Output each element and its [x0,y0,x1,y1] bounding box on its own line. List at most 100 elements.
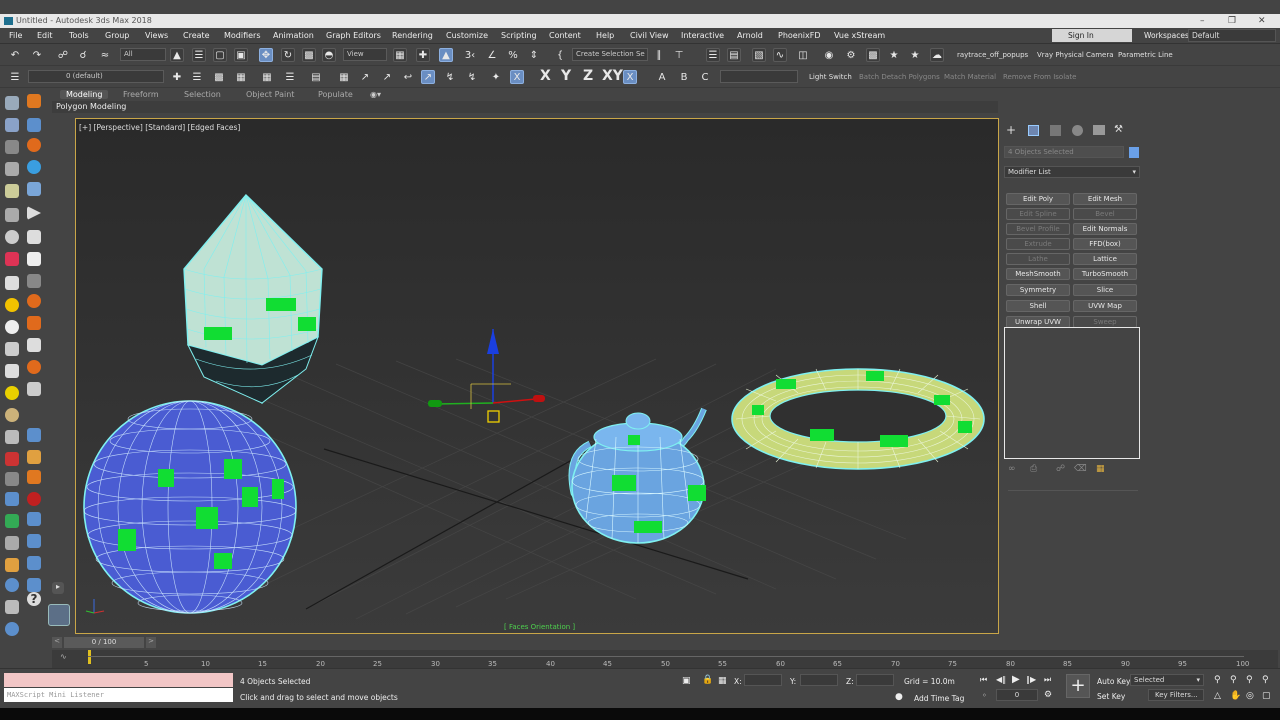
skull-icon[interactable] [27,382,41,396]
menu-scripting[interactable]: Scripting [501,31,537,40]
dope-icon[interactable] [5,140,19,154]
select-in-layer-icon[interactable]: ▩ [212,70,226,84]
menu-file[interactable]: File [9,31,22,40]
menu-views[interactable]: Views [145,31,168,40]
menu-rendering[interactable]: Rendering [392,31,433,40]
minimize-icon[interactable]: – [1200,14,1205,28]
tab-modeling[interactable]: Modeling [60,90,109,99]
stop-icon[interactable] [27,252,41,266]
tab-freeform[interactable]: Freeform [123,90,159,99]
fluid-icon[interactable] [5,492,19,506]
prev-frame-icon[interactable]: ◀‖ [996,675,1006,684]
constraint-icon[interactable]: ↗ [421,70,435,84]
globe-icon[interactable] [5,622,19,636]
play-icon[interactable] [27,206,41,220]
next-frame-icon[interactable]: ‖▶ [1026,675,1036,684]
pause-icon[interactable] [27,230,41,244]
hierarchy-tab-icon[interactable] [1050,125,1061,136]
sun-icon[interactable] [5,386,19,400]
set-key-button[interactable]: Set Key [1097,692,1125,701]
particle-icon[interactable] [27,316,41,330]
auto-key-button[interactable]: Auto Key [1097,677,1130,686]
absolute-mode-icon[interactable]: ▦ [718,676,727,686]
raytrace-popups-button[interactable]: raytrace_off_popups [957,51,1028,59]
axis-xy-plane-icon[interactable]: X [623,70,637,84]
z-coordinate-field[interactable] [856,674,894,686]
tool-icon[interactable] [5,472,19,486]
red-ball-icon[interactable] [27,492,41,506]
menu-phoenixfd[interactable]: PhoenixFD [778,31,821,40]
isolate-selection-icon[interactable]: ▣ [682,676,691,686]
modifier-button-uvw-map[interactable]: UVW Map [1073,300,1137,312]
show-end-result-icon[interactable]: ⎙ [1030,464,1037,474]
menu-tools[interactable]: Tools [69,31,89,40]
time-slider[interactable]: < 0 / 100 > [52,636,1278,650]
scene-icon[interactable] [27,118,41,132]
axis-xy-button[interactable]: XY [602,68,623,84]
align-icon[interactable]: ⊤ [672,48,686,62]
tab-selection[interactable]: Selection [184,90,221,99]
droplet-icon[interactable] [27,578,41,592]
undo-icon[interactable]: ↶ [8,48,22,62]
select-manipulate-icon[interactable]: ✚ [416,48,430,62]
smoke-icon[interactable] [27,360,41,374]
make-unique-icon[interactable]: ☍ [1056,464,1065,474]
axis-constraint-icon[interactable]: X [510,70,524,84]
modifier-button-shell[interactable]: Shell [1006,300,1070,312]
menu-content[interactable]: Content [549,31,581,40]
bucket-icon[interactable] [27,470,41,484]
menu-help[interactable]: Help [596,31,614,40]
layer-dropdown[interactable]: 0 (default) [28,70,164,83]
rendered-frame-window-icon[interactable]: ▩ [866,48,880,62]
modifier-button-edit-mesh[interactable]: Edit Mesh [1073,193,1137,205]
key-mode-dropdown[interactable]: Selected ▾ [1130,674,1204,686]
axis-z-button[interactable]: Z [583,68,593,84]
pivot-icon[interactable]: ↗ [380,70,394,84]
pen-icon[interactable]: ↗ [358,70,372,84]
spinner-snap-icon[interactable]: ⇕ [527,48,541,62]
ribbon-options-icon[interactable]: ◉▾ [370,90,381,99]
rotate-icon[interactable] [5,230,19,244]
viewport-layout-icon[interactable] [48,604,70,626]
bind-spacewarp-icon[interactable]: ≈ [98,48,112,62]
named-selection-dropdown[interactable]: Create Selection Se [572,48,648,61]
record-icon[interactable] [5,252,19,266]
parametric-line-button[interactable]: Parametric Line [1118,51,1173,59]
grid-tool-icon[interactable] [5,430,19,444]
material-ball-icon[interactable] [5,408,19,422]
sphere-object[interactable] [83,400,297,614]
modifier-button-edit-spline[interactable]: Edit Spline [1006,208,1070,220]
schematic-view-icon[interactable]: ◫ [796,48,810,62]
fire-icon[interactable] [27,138,41,152]
remove-modifier-icon[interactable]: ⌫ [1074,464,1087,474]
select-by-name-icon[interactable]: ☰ [192,48,206,62]
light-switch-button[interactable]: Light Switch [809,73,852,81]
key-filters-button[interactable]: Key Filters... [1148,689,1204,701]
curve-editor-icon[interactable]: ∿ [773,48,787,62]
modifier-button-bevel[interactable]: Bevel [1073,208,1137,220]
object-name-field[interactable]: 4 Objects Selected [1004,146,1124,158]
field-of-view-icon[interactable]: △ [1214,691,1221,701]
menu-vue-xstream[interactable]: Vue xStream [834,31,885,40]
render-in-cloud-icon[interactable]: ☁ [930,48,944,62]
window-crossing-icon[interactable]: ▣ [234,48,248,62]
perspective-viewport[interactable]: [+] [Perspective] [Standard] [Edged Face… [75,118,999,634]
text-c-icon[interactable]: C [698,70,712,84]
batch-detach-polygons-button[interactable]: Batch Detach Polygons [859,73,940,81]
torus-object[interactable] [731,368,985,470]
menu-arnold[interactable]: Arnold [737,31,763,40]
snaps-toggle-icon[interactable]: 3‹ [463,48,477,62]
modifier-button-slice[interactable]: Slice [1073,284,1137,296]
goto-end-icon[interactable]: ⏭ [1044,675,1051,685]
cloud-icon[interactable] [5,342,19,356]
expand-icon[interactable]: ▸ [52,582,64,594]
gear-icon[interactable] [5,536,19,550]
scene-explorer-icon[interactable]: ☰ [706,48,720,62]
zoom-extents-icon[interactable]: ⚲ [1246,675,1253,685]
water-icon[interactable] [27,160,41,174]
knot-icon[interactable] [27,338,41,352]
time-next-icon[interactable]: > [146,637,156,648]
sign-in-button[interactable]: Sign In [1052,29,1132,42]
orbit-icon[interactable]: ◎ [1246,691,1254,701]
remove-from-isolate-button[interactable]: Remove From Isolate [1003,73,1076,81]
